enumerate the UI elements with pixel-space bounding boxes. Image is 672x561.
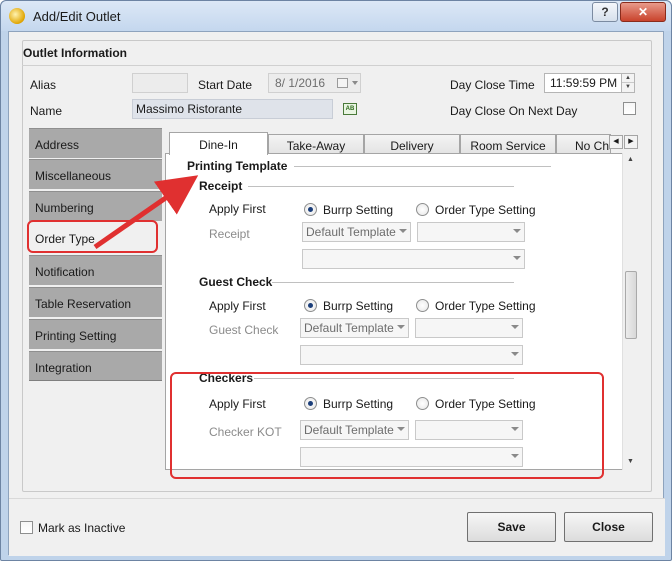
tab-dine-in[interactable]: Dine-In — [169, 132, 268, 155]
annotation-arrow — [93, 175, 199, 250]
